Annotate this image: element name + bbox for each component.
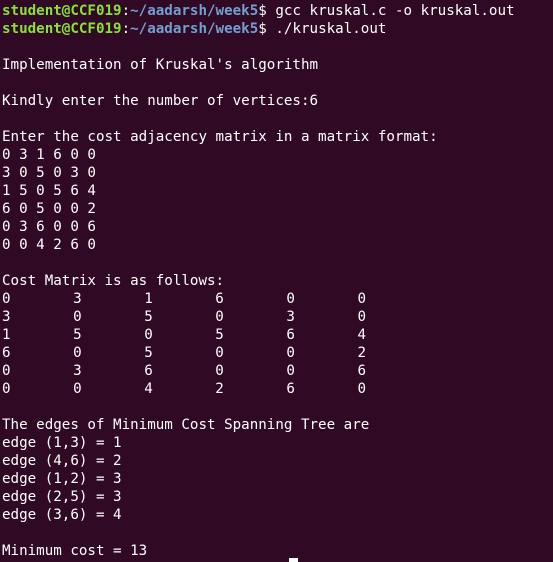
cost-matrix-cell: 0 [286,363,295,379]
cost-matrix-cell: 0 [2,381,11,397]
mst-edge-line: edge (1,2) = 3 [2,471,122,487]
cost-matrix-row: 3 0 5 0 3 0 [0,308,553,326]
cost-matrix-row: 0 0 4 2 6 0 [0,380,553,398]
terminal-window[interactable]: student@CCF019:~/aadarsh/week5$ gcc krus… [0,0,553,562]
cost-matrix-row: 6 0 5 0 0 2 [0,344,553,362]
cost-matrix-row: 1 5 0 5 6 4 [0,326,553,344]
prompt-user: student@CCF019 [2,21,122,37]
vertices-prompt-line: Kindly enter the number of vertices:6 [2,93,319,109]
prompt-separator: : [121,3,131,19]
cost-matrix-cell: 5 [144,345,153,361]
cost-matrix-row: 0 3 1 6 0 0 [0,290,553,308]
cost-matrix-cell: 0 [73,381,82,397]
cost-matrix-cell: 4 [144,381,153,397]
cost-matrix-cell: 0 [357,381,367,397]
cost-matrix-cell: 0 [73,345,82,361]
prompt-symbol: $ [258,3,276,19]
input-row: 3 0 5 0 3 0 [2,165,96,181]
prompt-separator: : [121,21,131,37]
input-row: 0 3 6 0 0 6 [2,219,96,235]
mst-header-line: The edges of Minimum Cost Spanning Tree … [2,417,370,433]
cost-matrix-cell: 2 [215,381,224,397]
minimum-cost-line: Minimum cost = 13 [2,543,148,559]
cost-matrix-cell: 3 [286,309,295,325]
input-row: 1 5 0 5 6 4 [2,183,96,199]
command-text: gcc kruskal.c -o kruskal.out [275,3,515,19]
cost-matrix-cell: 0 [215,345,224,361]
input-row: 0 0 4 2 6 0 [2,237,96,253]
cost-matrix-cell: 6 [286,327,295,343]
cost-matrix-cell: 0 [286,291,295,307]
cost-matrix-cell: 4 [357,327,367,343]
input-row: 0 3 1 6 0 0 [2,147,96,163]
cost-matrix-row: 0 3 6 0 0 6 [0,362,553,380]
cost-matrix-cell: 6 [215,291,224,307]
mst-edge-line: edge (3,6) = 4 [2,507,122,523]
matrix-prompt-line: Enter the cost adjacency matrix in a mat… [2,129,438,145]
command-text: ./kruskal.out [275,21,387,37]
cost-matrix-cell: 6 [144,363,153,379]
prompt-user: student@CCF019 [2,3,122,19]
prompt-line-2: student@CCF019:~/aadarsh/week5$ ./kruska… [2,20,386,38]
cost-matrix-cell: 0 [357,309,367,325]
cost-matrix-cell: 3 [73,291,82,307]
mst-edge-line: edge (2,5) = 3 [2,489,122,505]
terminal-cursor [289,558,298,562]
cost-matrix-cell: 0 [144,327,153,343]
prompt-path: ~/aadarsh/week5 [130,3,259,19]
prompt-symbol: $ [258,21,276,37]
prompt-path: ~/aadarsh/week5 [130,21,259,37]
cost-matrix-cell: 2 [357,345,367,361]
cost-matrix-cell: 3 [2,309,11,325]
mst-edge-line: edge (1,3) = 1 [2,435,122,451]
cost-matrix-cell: 0 [215,363,224,379]
cost-matrix-cell: 5 [73,327,82,343]
input-row: 6 0 5 0 0 2 [2,201,96,217]
cost-matrix-cell: 3 [73,363,82,379]
prompt-line-1: student@CCF019:~/aadarsh/week5$ gcc krus… [2,2,515,20]
cost-matrix-cell: 6 [2,345,11,361]
cost-matrix-cell: 6 [357,363,367,379]
cost-matrix-cell: 5 [144,309,153,325]
cost-matrix-cell: 6 [286,381,295,397]
mst-edge-line: edge (4,6) = 2 [2,453,122,469]
cost-matrix-cell: 0 [215,309,224,325]
cost-matrix-cell: 1 [144,291,153,307]
cost-matrix-cell: 0 [357,291,367,307]
cost-matrix-cell: 0 [2,363,11,379]
cost-matrix-header: Cost Matrix is as follows: [2,273,225,289]
cost-matrix-cell: 1 [2,327,11,343]
cost-matrix-cell: 0 [2,291,11,307]
cost-matrix-cell: 0 [73,309,82,325]
cost-matrix-cell: 0 [286,345,295,361]
program-title-line: Implementation of Kruskal's algorithm [2,57,319,73]
cost-matrix-cell: 5 [215,327,224,343]
